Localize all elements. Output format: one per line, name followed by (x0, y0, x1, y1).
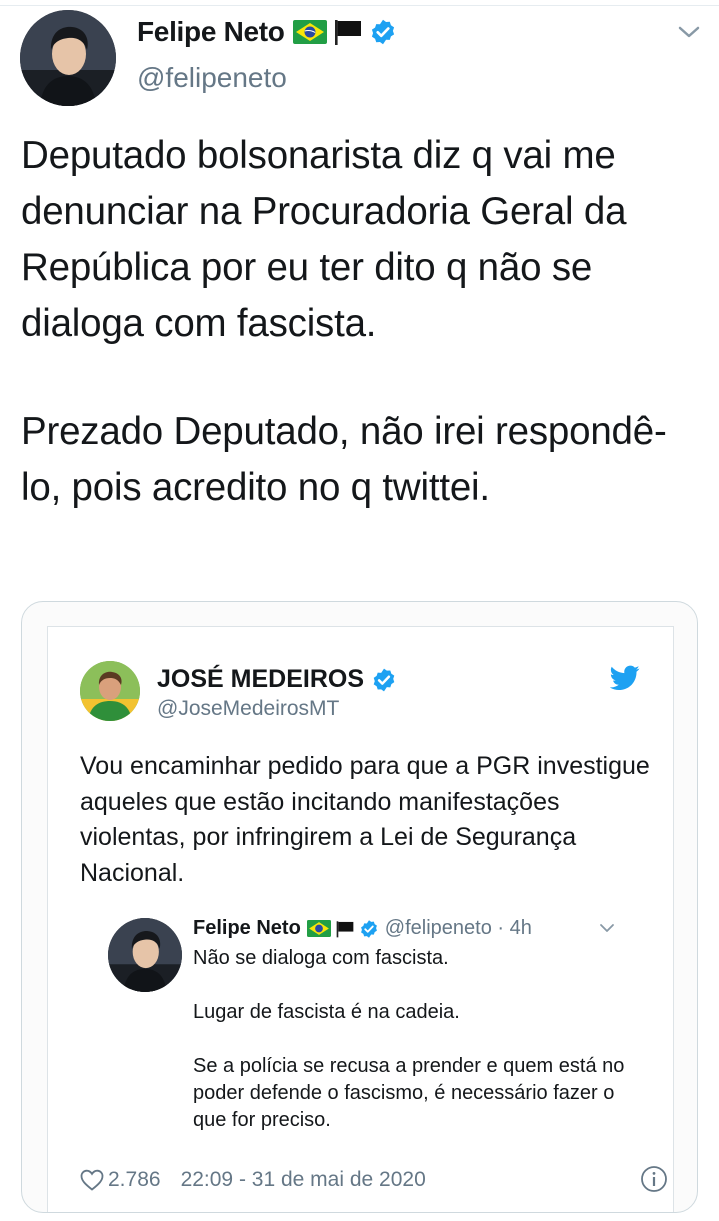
embedded-author-name: JOSÉ MEDEIROS (157, 665, 397, 694)
embedded-tweet: JOSÉ MEDEIROS @JoseMedeirosMT Vou encami… (47, 626, 674, 1212)
chevron-down-icon (600, 924, 614, 932)
tweet-text: Deputado bolsonarista diz q vai me denun… (21, 128, 701, 516)
author-name[interactable]: Felipe Neto (137, 16, 397, 48)
black-flag-icon (334, 20, 361, 45)
tweet-paragraph: Prezado Deputado, não irei respondê-lo, … (21, 410, 667, 509)
quoted-tweet-text: Não se dialoga com fascista. Lugar de fa… (193, 945, 633, 1134)
quoted-tweet-header: Felipe Neto @felipeneto · 4h (193, 917, 532, 940)
author-avatar[interactable] (20, 10, 116, 106)
quoted-paragraph: Não se dialoga com fascista. (193, 947, 449, 969)
avatar-photo-icon (20, 10, 116, 106)
heart-icon (80, 1169, 104, 1191)
embedded-author-name-text: JOSÉ MEDEIROS (157, 665, 364, 693)
quoted-author-handle-time: @felipeneto · 4h (384, 917, 532, 939)
quoted-author-avatar (108, 918, 182, 992)
top-divider (0, 0, 719, 6)
author-name-text: Felipe Neto (137, 16, 285, 47)
avatar-photo-icon (80, 661, 140, 721)
quoted-author-name: Felipe Neto (193, 917, 301, 939)
embedded-tweet-text: Vou encaminhar pedido para que a PGR inv… (80, 752, 650, 887)
verified-badge-icon (373, 668, 395, 691)
embedded-author-handle: @JoseMedeirosMT (157, 697, 340, 720)
verified-badge-icon (360, 919, 377, 938)
embedded-tweet-footer: 2.786 22:09 - 31 de mai de 2020 (80, 1165, 670, 1195)
like-count: 2.786 (108, 1168, 161, 1191)
avatar-photo-icon (108, 918, 182, 992)
embedded-author-avatar (80, 661, 140, 721)
embedded-media-card[interactable]: JOSÉ MEDEIROS @JoseMedeirosMT Vou encami… (21, 601, 698, 1213)
quoted-paragraph: Lugar de fascista é na cadeia. (193, 1001, 460, 1023)
author-handle[interactable]: @felipeneto (137, 62, 287, 94)
black-flag-icon (336, 920, 354, 937)
embedded-timestamp: 22:09 - 31 de mai de 2020 (180, 1168, 426, 1191)
twitter-bird-icon (610, 665, 640, 690)
quoted-paragraph: Se a polícia se recusa a prender e quem … (193, 1055, 625, 1131)
info-icon (641, 1166, 667, 1192)
chevron-down-icon[interactable] (676, 22, 702, 42)
brazil-flag-icon (306, 920, 331, 937)
tweet-paragraph: Deputado bolsonarista diz q vai me denun… (21, 134, 627, 345)
verified-badge-icon (371, 19, 394, 45)
brazil-flag-icon (292, 20, 327, 44)
